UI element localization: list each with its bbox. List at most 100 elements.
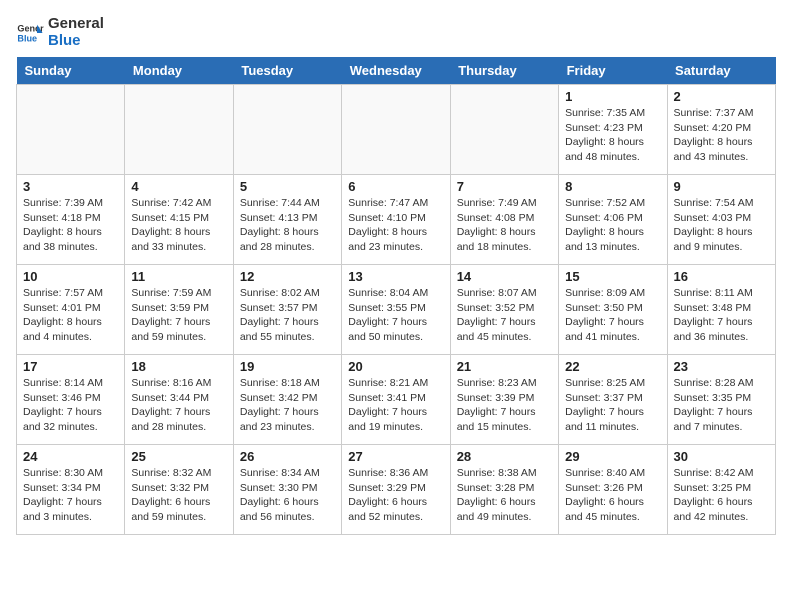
day-info: Sunrise: 8:07 AM Sunset: 3:52 PM Dayligh…: [457, 286, 552, 345]
calendar-cell: 29Sunrise: 8:40 AM Sunset: 3:26 PM Dayli…: [559, 445, 667, 535]
day-info: Sunrise: 7:37 AM Sunset: 4:20 PM Dayligh…: [674, 106, 769, 165]
week-row-3: 10Sunrise: 7:57 AM Sunset: 4:01 PM Dayli…: [17, 265, 776, 355]
weekday-header-monday: Monday: [125, 57, 233, 85]
calendar-cell: 28Sunrise: 8:38 AM Sunset: 3:28 PM Dayli…: [450, 445, 558, 535]
day-number: 20: [348, 359, 443, 374]
calendar-cell: 26 Sunrise: 8:34 AM Sunset: 3:30 PM Dayli…: [233, 445, 341, 535]
day-info: Sunrise: 8:18 AM Sunset: 3:42 PM Dayligh…: [240, 376, 335, 435]
calendar-cell: 25 Sunrise: 8:32 AM Sunset: 3:32 PM Dayli…: [125, 445, 233, 535]
svg-text:Blue: Blue: [17, 33, 37, 43]
week-row-2: 3 Sunrise: 7:39 AM Sunset: 4:18 PM Daylig…: [17, 175, 776, 265]
day-info: Sunrise: 7:35 AM Sunset: 4:23 PM Dayligh…: [565, 106, 660, 165]
day-info: Sunrise: 7:54 AM Sunset: 4:03 PM Dayligh…: [674, 196, 769, 255]
calendar-cell: [17, 85, 125, 175]
calendar-cell: 6 Sunrise: 7:47 AM Sunset: 4:10 PM Daylig…: [342, 175, 450, 265]
day-number: 12: [240, 269, 335, 284]
day-info: Sunrise: 8:09 AM Sunset: 3:50 PM Dayligh…: [565, 286, 660, 345]
calendar-cell: [233, 85, 341, 175]
day-number: 6: [348, 179, 443, 194]
day-info: Sunrise: 8:04 AM Sunset: 3:55 PM Dayligh…: [348, 286, 443, 345]
day-number: 30: [674, 449, 769, 464]
calendar-cell: 13 Sunrise: 8:04 AM Sunset: 3:55 PM Dayli…: [342, 265, 450, 355]
day-info: Sunrise: 8:32 AM Sunset: 3:32 PM Dayligh…: [131, 466, 226, 525]
day-info: Sunrise: 7:57 AM Sunset: 4:01 PM Dayligh…: [23, 286, 118, 345]
day-info: Sunrise: 8:11 AM Sunset: 3:48 PM Dayligh…: [674, 286, 769, 345]
day-number: 18: [131, 359, 226, 374]
calendar-cell: 11 Sunrise: 7:59 AM Sunset: 3:59 PM Dayli…: [125, 265, 233, 355]
day-number: 25: [131, 449, 226, 464]
day-info: Sunrise: 7:47 AM Sunset: 4:10 PM Dayligh…: [348, 196, 443, 255]
day-number: 19: [240, 359, 335, 374]
day-number: 7: [457, 179, 552, 194]
day-number: 21: [457, 359, 552, 374]
calendar-cell: 15 Sunrise: 8:09 AM Sunset: 3:50 PM Dayli…: [559, 265, 667, 355]
weekday-header-friday: Friday: [559, 57, 667, 85]
day-info: Sunrise: 7:59 AM Sunset: 3:59 PM Dayligh…: [131, 286, 226, 345]
weekday-header-saturday: Saturday: [667, 57, 775, 85]
calendar-cell: 12Sunrise: 8:02 AM Sunset: 3:57 PM Dayli…: [233, 265, 341, 355]
day-info: Sunrise: 8:21 AM Sunset: 3:41 PM Dayligh…: [348, 376, 443, 435]
calendar-cell: 4 Sunrise: 7:42 AM Sunset: 4:15 PM Daylig…: [125, 175, 233, 265]
day-info: Sunrise: 7:42 AM Sunset: 4:15 PM Dayligh…: [131, 196, 226, 255]
calendar-cell: 21 Sunrise: 8:23 AM Sunset: 3:39 PM Dayli…: [450, 355, 558, 445]
day-number: 1: [565, 89, 660, 104]
day-info: Sunrise: 8:28 AM Sunset: 3:35 PM Dayligh…: [674, 376, 769, 435]
day-number: 8: [565, 179, 660, 194]
day-number: 2: [674, 89, 769, 104]
calendar-cell: 22Sunrise: 8:25 AM Sunset: 3:37 PM Dayli…: [559, 355, 667, 445]
day-number: 15: [565, 269, 660, 284]
weekday-header-row: SundayMondayTuesdayWednesdayThursdayFrid…: [17, 57, 776, 85]
calendar-cell: 5Sunrise: 7:44 AM Sunset: 4:13 PM Daylig…: [233, 175, 341, 265]
day-number: 28: [457, 449, 552, 464]
calendar-cell: 8 Sunrise: 7:52 AM Sunset: 4:06 PM Daylig…: [559, 175, 667, 265]
week-row-4: 17 Sunrise: 8:14 AM Sunset: 3:46 PM Dayli…: [17, 355, 776, 445]
calendar-cell: 3 Sunrise: 7:39 AM Sunset: 4:18 PM Daylig…: [17, 175, 125, 265]
day-info: Sunrise: 8:30 AM Sunset: 3:34 PM Dayligh…: [23, 466, 118, 525]
day-info: Sunrise: 8:42 AM Sunset: 3:25 PM Dayligh…: [674, 466, 769, 525]
calendar-cell: 7Sunrise: 7:49 AM Sunset: 4:08 PM Daylig…: [450, 175, 558, 265]
calendar-cell: 16 Sunrise: 8:11 AM Sunset: 3:48 PM Dayli…: [667, 265, 775, 355]
calendar-cell: 24Sunrise: 8:30 AM Sunset: 3:34 PM Dayli…: [17, 445, 125, 535]
calendar-cell: [125, 85, 233, 175]
day-number: 14: [457, 269, 552, 284]
day-number: 13: [348, 269, 443, 284]
header: General Blue GeneralBlue: [16, 16, 776, 49]
day-number: 9: [674, 179, 769, 194]
day-info: Sunrise: 8:16 AM Sunset: 3:44 PM Dayligh…: [131, 376, 226, 435]
day-number: 16: [674, 269, 769, 284]
day-info: Sunrise: 7:39 AM Sunset: 4:18 PM Dayligh…: [23, 196, 118, 255]
logo-icon: General Blue: [16, 19, 44, 47]
day-info: Sunrise: 7:44 AM Sunset: 4:13 PM Dayligh…: [240, 196, 335, 255]
calendar-cell: 30 Sunrise: 8:42 AM Sunset: 3:25 PM Dayli…: [667, 445, 775, 535]
calendar-cell: 17 Sunrise: 8:14 AM Sunset: 3:46 PM Dayli…: [17, 355, 125, 445]
day-number: 11: [131, 269, 226, 284]
calendar-cell: 10Sunrise: 7:57 AM Sunset: 4:01 PM Dayli…: [17, 265, 125, 355]
calendar-cell: 1 Sunrise: 7:35 AM Sunset: 4:23 PM Daylig…: [559, 85, 667, 175]
calendar-cell: 2 Sunrise: 7:37 AM Sunset: 4:20 PM Daylig…: [667, 85, 775, 175]
day-info: Sunrise: 8:40 AM Sunset: 3:26 PM Dayligh…: [565, 466, 660, 525]
day-info: Sunrise: 8:23 AM Sunset: 3:39 PM Dayligh…: [457, 376, 552, 435]
weekday-header-thursday: Thursday: [450, 57, 558, 85]
calendar-cell: 27Sunrise: 8:36 AM Sunset: 3:29 PM Dayli…: [342, 445, 450, 535]
calendar-cell: [342, 85, 450, 175]
day-number: 4: [131, 179, 226, 194]
day-number: 27: [348, 449, 443, 464]
calendar: SundayMondayTuesdayWednesdayThursdayFrid…: [16, 57, 776, 535]
day-info: Sunrise: 8:14 AM Sunset: 3:46 PM Dayligh…: [23, 376, 118, 435]
day-number: 17: [23, 359, 118, 374]
day-info: Sunrise: 7:52 AM Sunset: 4:06 PM Dayligh…: [565, 196, 660, 255]
weekday-header-sunday: Sunday: [17, 57, 125, 85]
logo: General Blue GeneralBlue: [16, 16, 104, 49]
calendar-cell: 9 Sunrise: 7:54 AM Sunset: 4:03 PM Daylig…: [667, 175, 775, 265]
calendar-cell: 19 Sunrise: 8:18 AM Sunset: 3:42 PM Dayli…: [233, 355, 341, 445]
day-number: 3: [23, 179, 118, 194]
calendar-cell: 14 Sunrise: 8:07 AM Sunset: 3:52 PM Dayli…: [450, 265, 558, 355]
calendar-cell: 20 Sunrise: 8:21 AM Sunset: 3:41 PM Dayli…: [342, 355, 450, 445]
weekday-header-tuesday: Tuesday: [233, 57, 341, 85]
calendar-cell: 23 Sunrise: 8:28 AM Sunset: 3:35 PM Dayli…: [667, 355, 775, 445]
logo-text: GeneralBlue: [48, 16, 104, 49]
calendar-cell: 18 Sunrise: 8:16 AM Sunset: 3:44 PM Dayli…: [125, 355, 233, 445]
day-number: 23: [674, 359, 769, 374]
day-info: Sunrise: 8:34 AM Sunset: 3:30 PM Dayligh…: [240, 466, 335, 525]
day-number: 26: [240, 449, 335, 464]
